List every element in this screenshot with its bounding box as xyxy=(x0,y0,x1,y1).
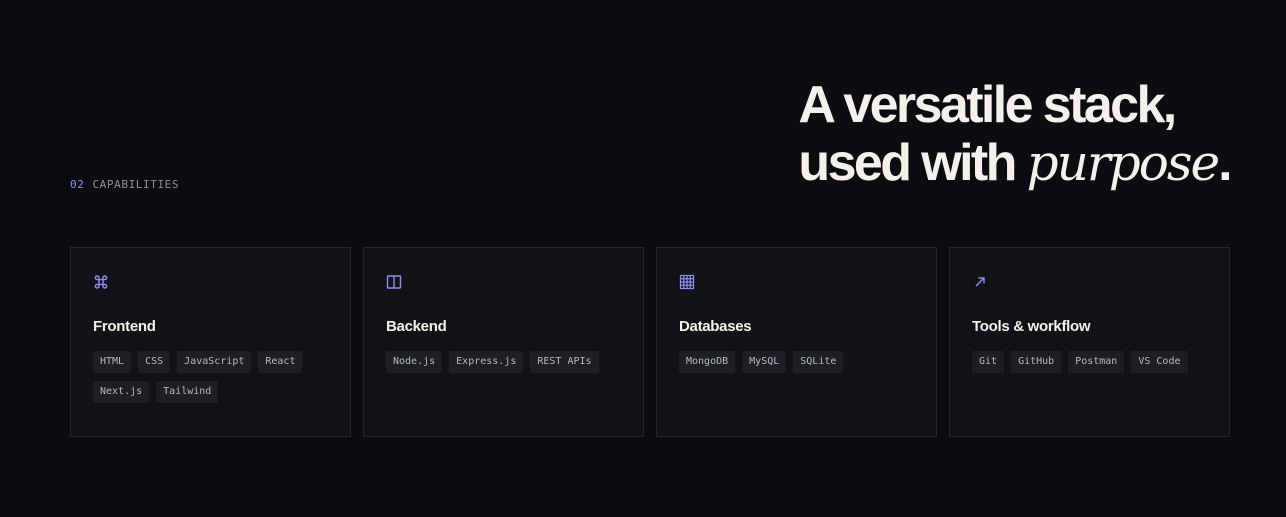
tag-list: MongoDB MySQL SQLite xyxy=(679,351,914,373)
panel-icon xyxy=(386,275,402,289)
section-number: 02 xyxy=(70,178,85,191)
capability-cards: Frontend HTML CSS JavaScript React Next.… xyxy=(70,247,1230,437)
card-title: Backend xyxy=(386,318,447,335)
grid-icon xyxy=(679,274,695,290)
tag: VS Code xyxy=(1131,351,1188,373)
headline-line-1: A versatile stack, xyxy=(798,76,1177,134)
tag-list: Git GitHub Postman VS Code xyxy=(972,351,1207,373)
card-title: Databases xyxy=(679,318,752,335)
command-icon xyxy=(94,275,108,289)
tag: Node.js xyxy=(386,351,443,373)
tag: Express.js xyxy=(449,351,524,373)
card-title: Tools & workflow xyxy=(972,318,1091,335)
headline: A versatile stack, used with purpose. xyxy=(798,76,1232,192)
headline-line-2-text: used with xyxy=(798,134,1027,192)
section-name: CAPABILITIES xyxy=(92,178,180,191)
headline-line-2: used with purpose. xyxy=(798,134,1232,192)
tag-list: HTML CSS JavaScript React Next.js Tailwi… xyxy=(93,351,328,403)
headline-accent-word: purpose xyxy=(1026,134,1220,192)
headline-period: . xyxy=(1218,134,1232,192)
card-tools: Tools & workflow Git GitHub Postman VS C… xyxy=(949,247,1230,437)
section-label: 02 CAPABILITIES xyxy=(70,178,179,191)
tag: MySQL xyxy=(742,351,787,373)
tag: CSS xyxy=(138,351,171,373)
tag: React xyxy=(258,351,303,373)
tag: HTML xyxy=(93,351,132,373)
card-frontend: Frontend HTML CSS JavaScript React Next.… xyxy=(70,247,351,437)
tag: Git xyxy=(972,351,1005,373)
card-databases: Databases MongoDB MySQL SQLite xyxy=(656,247,937,437)
tag: SQLite xyxy=(793,351,844,373)
tag: Tailwind xyxy=(156,381,219,403)
card-backend: Backend Node.js Express.js REST APIs xyxy=(363,247,644,437)
tag: Next.js xyxy=(93,381,150,403)
arrow-up-right-icon xyxy=(975,277,985,287)
tag-list: Node.js Express.js REST APIs xyxy=(386,351,621,373)
tag: JavaScript xyxy=(177,351,252,373)
tag: GitHub xyxy=(1011,351,1062,373)
card-title: Frontend xyxy=(93,318,156,335)
tag: Postman xyxy=(1068,351,1125,373)
tag: MongoDB xyxy=(679,351,736,373)
tag: REST APIs xyxy=(530,351,599,373)
